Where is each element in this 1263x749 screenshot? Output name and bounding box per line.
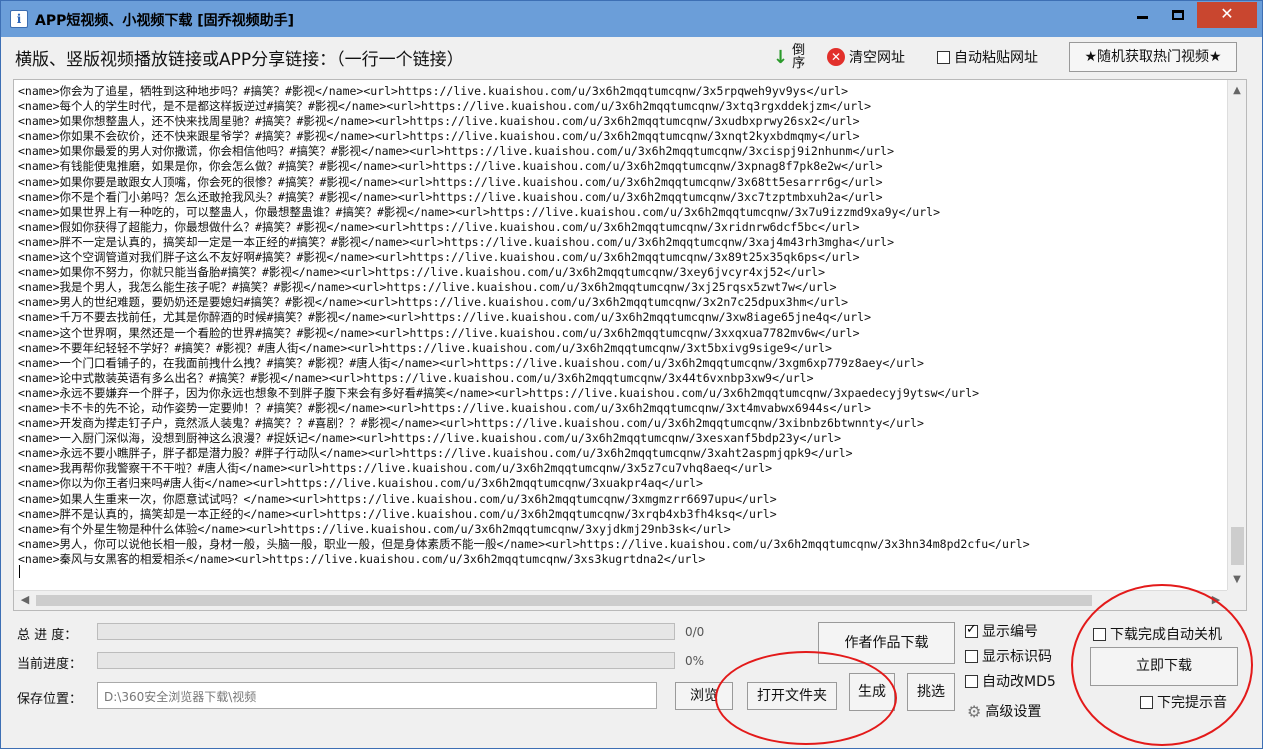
auto-shutdown-label: 下载完成自动关机 — [1110, 627, 1222, 643]
url-textarea[interactable]: <name>你会为了追星，牺牲到这种地步吗？#搞笑？#影视</name><url… — [13, 79, 1247, 611]
url-line[interactable]: <name>你如果不会砍价，还不快来跟星爷学？#搞笑？#影视</name><ur… — [18, 129, 1223, 144]
reverse-order-label: 倒序 — [792, 43, 806, 71]
url-line[interactable]: <name>有个外星生物是种什么体验</name><url>https://li… — [18, 522, 1223, 537]
url-line[interactable]: <name>我是个男人，我怎么能生孩子呢？#搞笑？#影视</name><url>… — [18, 280, 1223, 295]
app-window: i APP短视频、小视频下载 [固乔视频助手] ✕ 横版、竖版视频播放链接或AP… — [0, 0, 1263, 749]
scroll-down-icon[interactable]: ▼ — [1228, 571, 1246, 589]
url-line[interactable]: <name>卡不卡的先不论，动作姿势一定要帅！？#搞笑？#影视</name><u… — [18, 401, 1223, 416]
scroll-right-icon[interactable]: ▶ — [1207, 591, 1225, 609]
url-line[interactable]: <name>这个空调管道对我们胖子这么不友好啊#搞笑？#影视</name><ur… — [18, 250, 1223, 265]
show-number-option[interactable]: 显示编号 — [965, 621, 1038, 641]
total-progress-label: 总 进 度： — [17, 628, 78, 643]
title-bar[interactable]: i APP短视频、小视频下载 [固乔视频助手] ✕ — [1, 1, 1262, 37]
maximize-icon — [1172, 10, 1184, 20]
horizontal-scrollbar[interactable]: ◀ ▶ — [14, 590, 1227, 610]
url-line[interactable]: <name>如果世界上有一种吃的，可以整蛊人，你最想整蛊谁？#搞笑？#影视</n… — [18, 205, 1223, 220]
close-button[interactable]: ✕ — [1197, 2, 1257, 28]
advanced-settings-label: 高级设置 — [985, 704, 1042, 720]
auto-md5-label: 自动改MD5 — [982, 674, 1056, 690]
url-line[interactable]: <name>男人的世纪难题，要奶奶还是要媳妇#搞笑？#影视</name><url… — [18, 295, 1223, 310]
show-number-checkbox[interactable] — [965, 622, 978, 638]
url-lines[interactable]: <name>你会为了追星，牺牲到这种地步吗？#搞笑？#影视</name><url… — [18, 84, 1223, 584]
show-identifier-checkbox[interactable] — [965, 649, 978, 663]
total-progress-value: 0/0 — [685, 625, 705, 639]
done-sound-label: 下完提示音 — [1157, 695, 1227, 711]
open-folder-button[interactable]: 打开文件夹 — [747, 682, 837, 710]
url-line[interactable]: <name>我再帮你我警察干不干啦？#唐人街</name><url>https:… — [18, 461, 1223, 476]
clear-urls-button[interactable]: ✕ 清空网址 — [827, 43, 905, 71]
arrow-down-icon: ↓ — [773, 46, 789, 68]
minimize-button[interactable] — [1125, 2, 1159, 28]
clear-urls-label: 清空网址 — [849, 50, 905, 66]
show-identifier-label: 显示标识码 — [982, 649, 1052, 665]
author-works-download-button[interactable]: 作者作品下载 — [818, 622, 955, 664]
url-line[interactable]: <name>开发商为撵走钉子户，竟然派人装鬼？#搞笑？？#喜剧？？#影视</na… — [18, 416, 1223, 431]
url-line[interactable]: <name>如果你想整蛊人，还不快来找周星驰？#搞笑？#影视</name><ur… — [18, 114, 1223, 129]
generate-button[interactable]: 生成 — [849, 673, 895, 711]
current-progress-bar — [97, 652, 675, 669]
random-hot-videos-button[interactable]: ★随机获取热门视频★ — [1069, 42, 1237, 72]
url-line[interactable]: <name>胖不是认真的，搞笑却是一本正经的</name><url>https:… — [18, 507, 1223, 522]
auto-paste-label: 自动粘贴网址 — [954, 50, 1038, 66]
app-icon: i — [10, 10, 28, 28]
show-number-label: 显示编号 — [982, 624, 1038, 640]
pick-button[interactable]: 挑选 — [907, 673, 955, 711]
url-line[interactable]: <name>如果你最爱的男人对你撒谎，你会相信他吗？#搞笑？#影视</name>… — [18, 144, 1223, 159]
url-line[interactable]: <name>假如你获得了超能力，你最想做什么？#搞笑？#影视</name><ur… — [18, 220, 1223, 235]
url-line[interactable]: <name>胖不一定是认真的，搞笑却一定是一本正经的#搞笑？#影视</name>… — [18, 235, 1223, 250]
vertical-scroll-thumb[interactable] — [1231, 527, 1244, 565]
url-line[interactable]: <name>这个世界啊，果然还是一个看脸的世界#搞笑？#影视</name><ur… — [18, 326, 1223, 341]
show-identifier-option[interactable]: 显示标识码 — [965, 646, 1052, 666]
url-line[interactable]: <name>如果你不努力，你就只能当备胎#搞笑？#影视</name><url>h… — [18, 265, 1223, 280]
url-line[interactable]: <name>你不是个看门小弟吗？怎么还敢抢我风头？#搞笑？#影视</name><… — [18, 190, 1223, 205]
url-line[interactable]: <name>每个人的学生时代，是不是都这样扳逆过#搞笑？#影视</name><u… — [18, 99, 1223, 114]
auto-paste-checkbox[interactable]: 自动粘贴网址 — [937, 43, 1038, 71]
clear-icon: ✕ — [827, 48, 845, 66]
auto-paste-checkbox-box[interactable] — [937, 50, 950, 64]
browse-button[interactable]: 浏览 — [675, 682, 733, 710]
url-line[interactable]: <name>永远不要小瞧胖子，胖子都是潜力股？#胖子行动队</name><url… — [18, 446, 1223, 461]
input-hint-label: 横版、竖版视频播放链接或APP分享链接：（一行一个链接） — [15, 50, 464, 70]
url-line[interactable]: <name>秦风与女黑客的相爱相杀</name><url>https://liv… — [18, 552, 1223, 567]
auto-md5-checkbox[interactable] — [965, 674, 978, 688]
scroll-left-icon[interactable]: ◀ — [16, 591, 34, 609]
horizontal-scroll-thumb[interactable] — [36, 595, 1092, 606]
url-line[interactable]: <name>一入厨门深似海，没想到厨神这么浪漫？#捉妖记</name><url>… — [18, 431, 1223, 446]
total-progress-bar — [97, 623, 675, 640]
done-sound-checkbox[interactable] — [1140, 695, 1153, 709]
minimize-icon — [1136, 16, 1148, 19]
url-line[interactable]: <name>不要年纪轻轻不学好？#搞笑？#影视？#唐人街</name><url>… — [18, 341, 1223, 356]
current-progress-value: 0% — [685, 654, 705, 668]
url-line[interactable]: <name>男人，你可以说他长相一般，身材一般，头脑一般，职业一般，但是身体素质… — [18, 537, 1223, 552]
window-title: APP短视频、小视频下载 [固乔视频助手] — [35, 13, 295, 29]
url-line[interactable]: <name>论中式散装英语有多么出名？#搞笑？#影视</name><url>ht… — [18, 371, 1223, 386]
save-location-label: 保存位置： — [17, 692, 83, 707]
text-caret — [19, 565, 20, 578]
current-progress-label: 当前进度： — [17, 657, 83, 672]
maximize-button[interactable] — [1161, 2, 1195, 28]
url-line[interactable]: <name>一个门口看铺子的，在我面前拽什么拽？#搞笑？#影视？#唐人街</na… — [18, 356, 1223, 371]
start-download-button[interactable]: 立即下载 — [1090, 647, 1238, 686]
done-sound-option[interactable]: 下完提示音 — [1140, 692, 1227, 712]
auto-shutdown-option[interactable]: 下载完成自动关机 — [1093, 624, 1222, 644]
gear-icon: ⚙ — [967, 701, 982, 721]
advanced-settings-link[interactable]: ⚙ 高级设置 — [967, 701, 1041, 721]
url-line[interactable]: <name>有钱能使鬼推磨，如果是你，你会怎么做？#搞笑？#影视</name><… — [18, 159, 1223, 174]
auto-md5-option[interactable]: 自动改MD5 — [965, 671, 1056, 691]
url-line[interactable]: <name>如果人生重来一次，你愿意试试吗？</name><url>https:… — [18, 492, 1223, 507]
auto-shutdown-checkbox[interactable] — [1093, 627, 1106, 641]
url-line[interactable]: <name>你以为你王者归来吗#唐人街</name><url>https://l… — [18, 476, 1223, 491]
url-line[interactable]: <name>千万不要去找前任，尤其是你醉酒的时候#搞笑？#影视</name><u… — [18, 310, 1223, 325]
scroll-up-icon[interactable]: ▲ — [1228, 82, 1246, 100]
url-line[interactable]: <name>你会为了追星，牺牲到这种地步吗？#搞笑？#影视</name><url… — [18, 84, 1223, 99]
url-line[interactable]: <name>如果你要是敢跟女人顶嘴，你会死的很惨？#搞笑？#影视</name><… — [18, 175, 1223, 190]
url-line[interactable]: <name>永远不要嫌弃一个胖子，因为你永远也想象不到胖子腹下来会有多好看#搞笑… — [18, 386, 1223, 401]
reverse-order-button[interactable]: ↓ 倒序 — [773, 43, 806, 71]
save-path-input[interactable]: D:\360安全浏览器下载\视频 — [97, 682, 657, 709]
close-icon: ✕ — [1220, 4, 1234, 23]
scrollbar-corner — [1227, 590, 1246, 610]
vertical-scrollbar[interactable]: ▲ ▼ — [1227, 80, 1246, 591]
